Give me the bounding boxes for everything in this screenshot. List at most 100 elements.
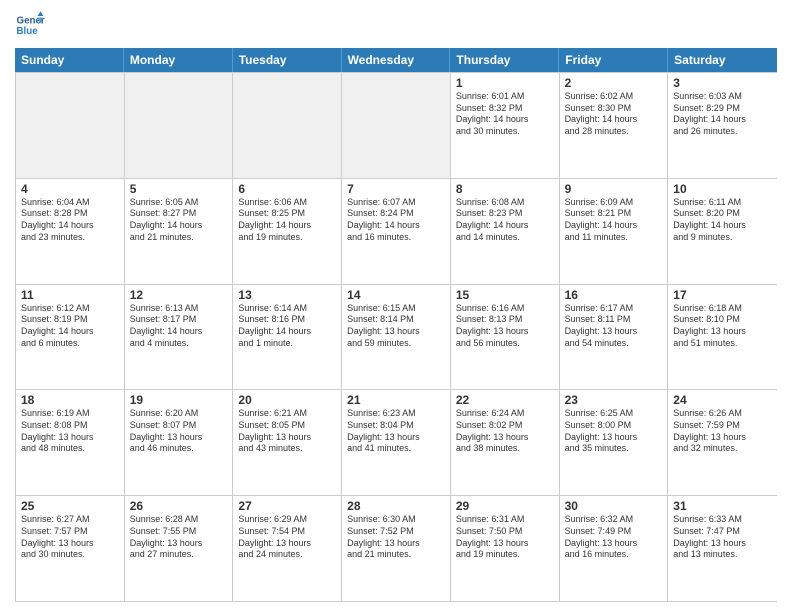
day-info: Sunrise: 6:27 AMSunset: 7:57 PMDaylight:… <box>21 514 119 561</box>
calendar-day-12: 12Sunrise: 6:13 AMSunset: 8:17 PMDayligh… <box>125 285 234 390</box>
day-info: Sunrise: 6:03 AMSunset: 8:29 PMDaylight:… <box>673 91 772 138</box>
day-of-week-sunday: Sunday <box>15 48 124 72</box>
day-number: 15 <box>456 288 554 302</box>
day-info: Sunrise: 6:07 AMSunset: 8:24 PMDaylight:… <box>347 197 445 244</box>
day-number: 28 <box>347 499 445 513</box>
calendar-day-31: 31Sunrise: 6:33 AMSunset: 7:47 PMDayligh… <box>668 496 777 601</box>
day-number: 26 <box>130 499 228 513</box>
calendar-day-9: 9Sunrise: 6:09 AMSunset: 8:21 PMDaylight… <box>560 179 669 284</box>
calendar-week-4: 18Sunrise: 6:19 AMSunset: 8:08 PMDayligh… <box>16 389 777 495</box>
calendar-day-28: 28Sunrise: 6:30 AMSunset: 7:52 PMDayligh… <box>342 496 451 601</box>
day-number: 30 <box>565 499 663 513</box>
day-number: 17 <box>673 288 772 302</box>
empty-cell <box>125 73 234 178</box>
day-info: Sunrise: 6:13 AMSunset: 8:17 PMDaylight:… <box>130 303 228 350</box>
calendar-day-29: 29Sunrise: 6:31 AMSunset: 7:50 PMDayligh… <box>451 496 560 601</box>
day-info: Sunrise: 6:11 AMSunset: 8:20 PMDaylight:… <box>673 197 772 244</box>
day-number: 25 <box>21 499 119 513</box>
day-number: 6 <box>238 182 336 196</box>
day-info: Sunrise: 6:05 AMSunset: 8:27 PMDaylight:… <box>130 197 228 244</box>
day-number: 9 <box>565 182 663 196</box>
day-number: 2 <box>565 76 663 90</box>
calendar-day-10: 10Sunrise: 6:11 AMSunset: 8:20 PMDayligh… <box>668 179 777 284</box>
day-info: Sunrise: 6:32 AMSunset: 7:49 PMDaylight:… <box>565 514 663 561</box>
calendar-day-22: 22Sunrise: 6:24 AMSunset: 8:02 PMDayligh… <box>451 390 560 495</box>
calendar-day-21: 21Sunrise: 6:23 AMSunset: 8:04 PMDayligh… <box>342 390 451 495</box>
calendar-header: SundayMondayTuesdayWednesdayThursdayFrid… <box>15 48 777 72</box>
day-info: Sunrise: 6:26 AMSunset: 7:59 PMDaylight:… <box>673 408 772 455</box>
calendar-day-20: 20Sunrise: 6:21 AMSunset: 8:05 PMDayligh… <box>233 390 342 495</box>
day-number: 31 <box>673 499 772 513</box>
calendar-day-14: 14Sunrise: 6:15 AMSunset: 8:14 PMDayligh… <box>342 285 451 390</box>
calendar-day-24: 24Sunrise: 6:26 AMSunset: 7:59 PMDayligh… <box>668 390 777 495</box>
day-number: 5 <box>130 182 228 196</box>
calendar-day-19: 19Sunrise: 6:20 AMSunset: 8:07 PMDayligh… <box>125 390 234 495</box>
calendar-day-23: 23Sunrise: 6:25 AMSunset: 8:00 PMDayligh… <box>560 390 669 495</box>
day-info: Sunrise: 6:17 AMSunset: 8:11 PMDaylight:… <box>565 303 663 350</box>
calendar-week-5: 25Sunrise: 6:27 AMSunset: 7:57 PMDayligh… <box>16 495 777 601</box>
day-info: Sunrise: 6:12 AMSunset: 8:19 PMDaylight:… <box>21 303 119 350</box>
calendar-day-2: 2Sunrise: 6:02 AMSunset: 8:30 PMDaylight… <box>560 73 669 178</box>
day-number: 18 <box>21 393 119 407</box>
day-info: Sunrise: 6:04 AMSunset: 8:28 PMDaylight:… <box>21 197 119 244</box>
day-number: 7 <box>347 182 445 196</box>
day-info: Sunrise: 6:20 AMSunset: 8:07 PMDaylight:… <box>130 408 228 455</box>
day-info: Sunrise: 6:15 AMSunset: 8:14 PMDaylight:… <box>347 303 445 350</box>
day-of-week-tuesday: Tuesday <box>233 48 342 72</box>
calendar-day-6: 6Sunrise: 6:06 AMSunset: 8:25 PMDaylight… <box>233 179 342 284</box>
day-info: Sunrise: 6:16 AMSunset: 8:13 PMDaylight:… <box>456 303 554 350</box>
empty-cell <box>233 73 342 178</box>
calendar-day-7: 7Sunrise: 6:07 AMSunset: 8:24 PMDaylight… <box>342 179 451 284</box>
day-info: Sunrise: 6:29 AMSunset: 7:54 PMDaylight:… <box>238 514 336 561</box>
day-number: 8 <box>456 182 554 196</box>
day-info: Sunrise: 6:06 AMSunset: 8:25 PMDaylight:… <box>238 197 336 244</box>
calendar-day-4: 4Sunrise: 6:04 AMSunset: 8:28 PMDaylight… <box>16 179 125 284</box>
calendar-day-8: 8Sunrise: 6:08 AMSunset: 8:23 PMDaylight… <box>451 179 560 284</box>
logo-icon: General Blue <box>15 10 45 40</box>
day-number: 11 <box>21 288 119 302</box>
calendar-day-25: 25Sunrise: 6:27 AMSunset: 7:57 PMDayligh… <box>16 496 125 601</box>
day-info: Sunrise: 6:09 AMSunset: 8:21 PMDaylight:… <box>565 197 663 244</box>
calendar: SundayMondayTuesdayWednesdayThursdayFrid… <box>15 48 777 602</box>
day-number: 20 <box>238 393 336 407</box>
day-number: 10 <box>673 182 772 196</box>
calendar-day-5: 5Sunrise: 6:05 AMSunset: 8:27 PMDaylight… <box>125 179 234 284</box>
day-of-week-friday: Friday <box>559 48 668 72</box>
empty-cell <box>16 73 125 178</box>
calendar-day-30: 30Sunrise: 6:32 AMSunset: 7:49 PMDayligh… <box>560 496 669 601</box>
day-of-week-saturday: Saturday <box>668 48 777 72</box>
day-info: Sunrise: 6:01 AMSunset: 8:32 PMDaylight:… <box>456 91 554 138</box>
day-info: Sunrise: 6:14 AMSunset: 8:16 PMDaylight:… <box>238 303 336 350</box>
day-number: 1 <box>456 76 554 90</box>
calendar-day-16: 16Sunrise: 6:17 AMSunset: 8:11 PMDayligh… <box>560 285 669 390</box>
day-info: Sunrise: 6:18 AMSunset: 8:10 PMDaylight:… <box>673 303 772 350</box>
calendar-day-3: 3Sunrise: 6:03 AMSunset: 8:29 PMDaylight… <box>668 73 777 178</box>
day-number: 14 <box>347 288 445 302</box>
day-of-week-thursday: Thursday <box>450 48 559 72</box>
day-number: 19 <box>130 393 228 407</box>
day-info: Sunrise: 6:28 AMSunset: 7:55 PMDaylight:… <box>130 514 228 561</box>
day-info: Sunrise: 6:33 AMSunset: 7:47 PMDaylight:… <box>673 514 772 561</box>
calendar-body: 1Sunrise: 6:01 AMSunset: 8:32 PMDaylight… <box>15 72 777 602</box>
day-info: Sunrise: 6:30 AMSunset: 7:52 PMDaylight:… <box>347 514 445 561</box>
calendar-day-11: 11Sunrise: 6:12 AMSunset: 8:19 PMDayligh… <box>16 285 125 390</box>
day-number: 21 <box>347 393 445 407</box>
calendar-day-15: 15Sunrise: 6:16 AMSunset: 8:13 PMDayligh… <box>451 285 560 390</box>
calendar-day-27: 27Sunrise: 6:29 AMSunset: 7:54 PMDayligh… <box>233 496 342 601</box>
day-number: 3 <box>673 76 772 90</box>
empty-cell <box>342 73 451 178</box>
day-number: 29 <box>456 499 554 513</box>
day-number: 16 <box>565 288 663 302</box>
svg-text:Blue: Blue <box>17 26 39 37</box>
day-number: 13 <box>238 288 336 302</box>
calendar-day-1: 1Sunrise: 6:01 AMSunset: 8:32 PMDaylight… <box>451 73 560 178</box>
page-header: General Blue <box>15 10 777 40</box>
calendar-day-13: 13Sunrise: 6:14 AMSunset: 8:16 PMDayligh… <box>233 285 342 390</box>
day-number: 23 <box>565 393 663 407</box>
day-of-week-wednesday: Wednesday <box>342 48 451 72</box>
day-info: Sunrise: 6:02 AMSunset: 8:30 PMDaylight:… <box>565 91 663 138</box>
day-info: Sunrise: 6:31 AMSunset: 7:50 PMDaylight:… <box>456 514 554 561</box>
day-info: Sunrise: 6:24 AMSunset: 8:02 PMDaylight:… <box>456 408 554 455</box>
day-number: 27 <box>238 499 336 513</box>
day-info: Sunrise: 6:25 AMSunset: 8:00 PMDaylight:… <box>565 408 663 455</box>
